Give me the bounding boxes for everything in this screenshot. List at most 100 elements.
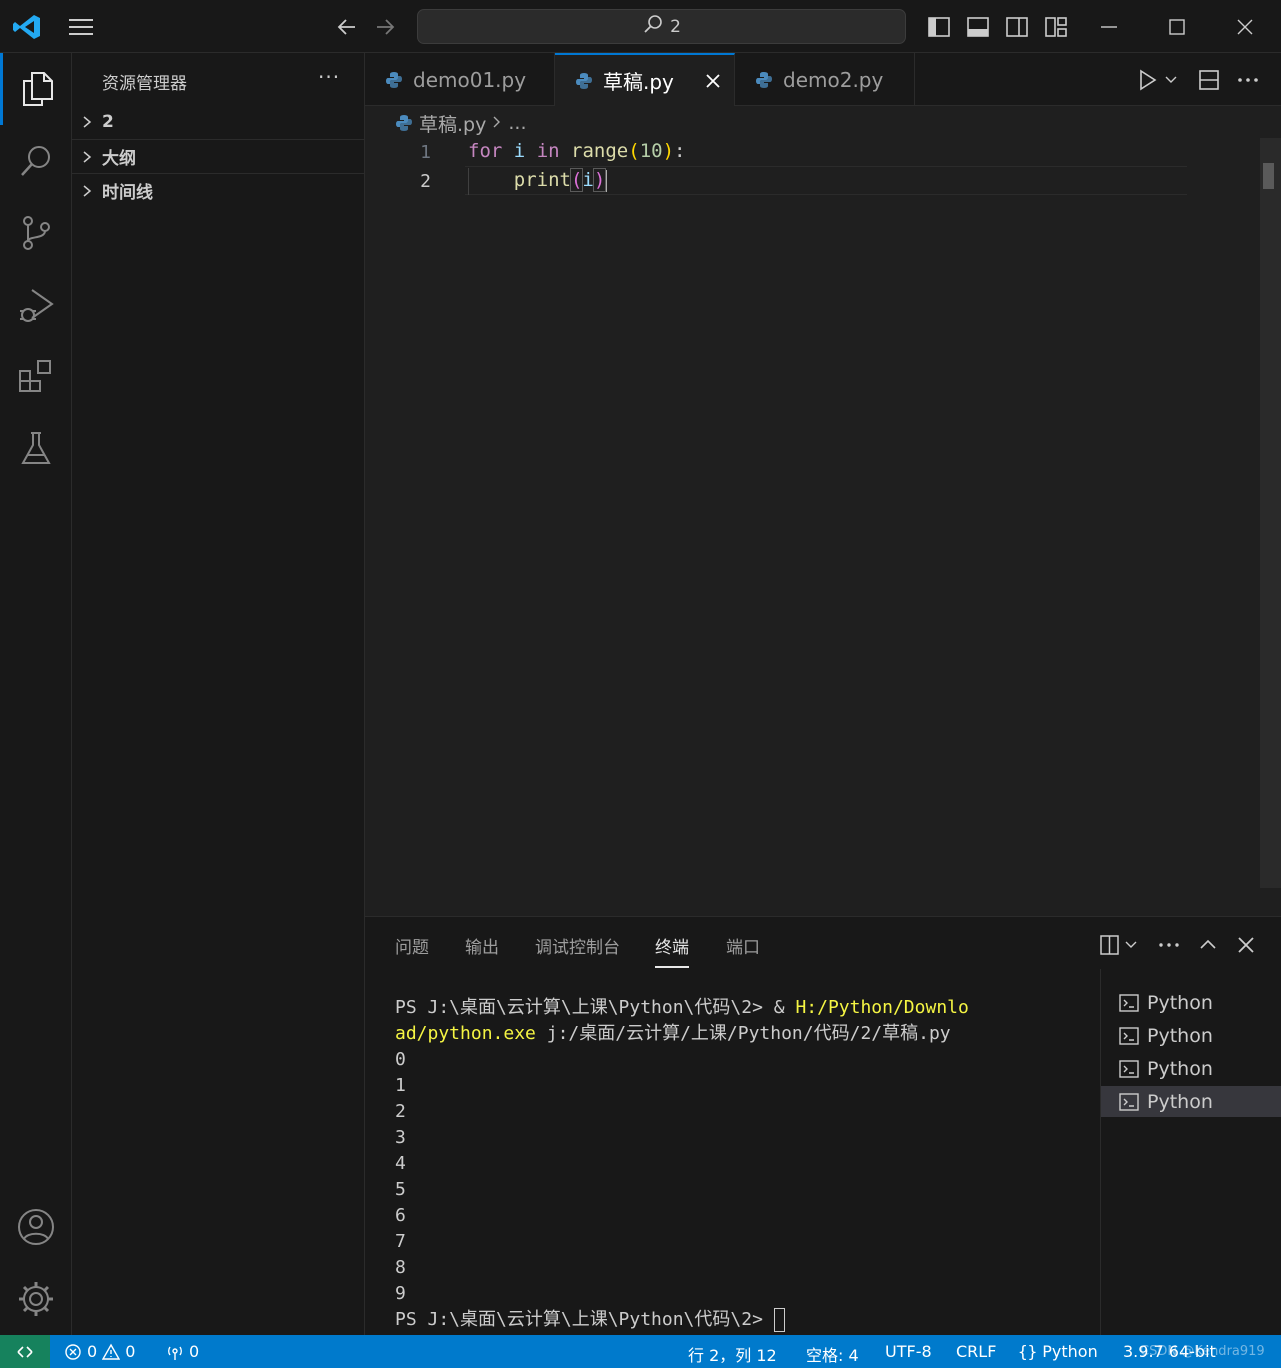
sidebar-section-folder[interactable]: 2 <box>72 105 365 139</box>
tab-output[interactable]: 输出 <box>465 933 499 966</box>
forward-arrow-icon[interactable] <box>372 14 398 40</box>
chevron-right-icon <box>72 150 102 164</box>
tab-draft[interactable]: 草稿.py <box>555 53 735 106</box>
indentation-status[interactable]: 空格: 4 <box>806 1342 859 1366</box>
split-editor-icon[interactable] <box>1196 67 1222 93</box>
encoding-status[interactable]: UTF-8 <box>885 1342 932 1361</box>
bracket: ) <box>592 168 607 192</box>
close-tab-icon[interactable] <box>702 70 724 92</box>
remote-indicator[interactable] <box>0 1335 50 1368</box>
editor-more-icon[interactable] <box>1235 67 1261 93</box>
terminal-line: PS J:\桌面\云计算\上课\Python\代码\2> & H:/Python… <box>395 995 1075 1021</box>
back-arrow-icon[interactable] <box>334 14 360 40</box>
variable: i <box>513 140 526 162</box>
code-editor[interactable]: 1 2 for i in range(10): print(i) <box>365 138 1281 916</box>
terminal-name: Python <box>1147 1090 1213 1113</box>
terminal-instance[interactable]: Python <box>1101 987 1281 1018</box>
sidebar-section-outline[interactable]: 大纲 <box>72 139 365 173</box>
run-debug-icon[interactable] <box>0 269 72 341</box>
search-view-icon[interactable] <box>0 125 72 197</box>
keyword: for <box>468 140 503 162</box>
language-mode[interactable]: {} Python <box>1018 1342 1098 1361</box>
terminal-command: H:/Python/Downlo <box>795 997 969 1018</box>
braces-icon: {} <box>1018 1342 1038 1361</box>
close-window-icon[interactable] <box>1232 14 1258 40</box>
terminal-instance-active[interactable]: Python <box>1101 1086 1281 1117</box>
terminal-line: 9 <box>395 1283 406 1304</box>
toggle-primary-sidebar-icon[interactable] <box>926 14 952 40</box>
problems-status[interactable]: 0 0 <box>64 1342 135 1361</box>
breadcrumb-symbols[interactable]: ... <box>508 112 526 134</box>
vscode-logo-icon <box>12 12 42 42</box>
section-label: 时间线 <box>102 183 153 203</box>
terminal-icon <box>1119 1092 1139 1111</box>
line-number: 1 <box>420 142 431 163</box>
toggle-secondary-sidebar-icon[interactable] <box>1004 14 1030 40</box>
activity-bar <box>0 53 72 1335</box>
menu-icon[interactable] <box>66 14 96 40</box>
source-control-icon[interactable] <box>0 197 72 269</box>
language-label: Python <box>1042 1342 1098 1361</box>
scrollbar-thumb[interactable] <box>1263 163 1274 189</box>
broadcast-icon <box>168 1346 182 1360</box>
chevron-right-icon <box>72 184 102 198</box>
run-python-file-button[interactable] <box>1136 67 1182 93</box>
terminal-name: Python <box>1147 1024 1213 1047</box>
sidebar-more-actions[interactable]: ··· <box>318 65 340 89</box>
settings-gear-icon[interactable] <box>0 1263 72 1335</box>
colon: : <box>674 140 686 162</box>
tab-terminal[interactable]: 终端 <box>655 933 689 968</box>
maximize-panel-icon[interactable] <box>1196 933 1220 957</box>
tab-debug-console[interactable]: 调试控制台 <box>535 933 620 966</box>
variable: i <box>582 169 594 191</box>
extensions-icon[interactable] <box>0 341 72 413</box>
terminal-output[interactable]: PS J:\桌面\云计算\上课\Python\代码\2> & H:/Python… <box>395 995 1075 1333</box>
terminal-instance[interactable]: Python <box>1101 1020 1281 1051</box>
split-terminal-icon[interactable] <box>1098 933 1142 957</box>
customize-layout-icon[interactable] <box>1043 14 1069 40</box>
terminal-cursor <box>773 1308 785 1332</box>
minimize-icon[interactable] <box>1096 14 1122 40</box>
tab-ports[interactable]: 端口 <box>726 933 760 966</box>
python-file-icon <box>386 71 402 88</box>
editor-scrollbar[interactable] <box>1260 138 1281 888</box>
code-line-1[interactable]: for i in range(10): <box>468 140 685 162</box>
terminal-line: 5 <box>395 1179 406 1200</box>
code-line-2[interactable]: print(i) <box>468 168 608 192</box>
eol-status[interactable]: CRLF <box>956 1342 996 1361</box>
toggle-panel-icon[interactable] <box>965 14 991 40</box>
terminal-argument: j:/桌面/云计算/上课/Python/代码/2/草稿.py <box>535 1023 951 1044</box>
chevron-right-icon <box>492 112 502 134</box>
tab-demo01[interactable]: demo01.py <box>365 53 555 106</box>
command-center-search[interactable]: 2 <box>417 9 906 44</box>
bottom-panel: 问题 输出 调试控制台 终端 端口 PS J:\桌面\云计算\上课\Python… <box>365 916 1281 1336</box>
bracket: ( <box>628 140 640 162</box>
sidebar-section-timeline[interactable]: 时间线 <box>72 173 365 207</box>
tab-problems[interactable]: 问题 <box>395 933 429 966</box>
accounts-icon[interactable] <box>0 1191 72 1263</box>
terminal-line: 6 <box>395 1205 406 1226</box>
close-panel-icon[interactable] <box>1234 933 1258 957</box>
keyword: in <box>536 140 560 162</box>
testing-icon[interactable] <box>0 413 72 485</box>
error-count: 0 <box>87 1342 98 1361</box>
breadcrumb: 草稿.py ... <box>395 110 526 136</box>
python-file-icon <box>576 72 592 89</box>
warning-count: 0 <box>125 1342 136 1361</box>
breadcrumb-file[interactable]: 草稿.py <box>419 110 486 137</box>
tab-label: demo2.py <box>783 67 884 92</box>
terminal-icon <box>1119 993 1139 1012</box>
terminal-line: 3 <box>395 1127 406 1148</box>
section-label: 2 <box>102 112 114 132</box>
maximize-icon[interactable] <box>1164 14 1190 40</box>
error-icon <box>65 1343 81 1360</box>
tab-demo2[interactable]: demo2.py <box>735 53 915 106</box>
cursor-position[interactable]: 行 2，列 12 <box>688 1342 777 1366</box>
ports-status[interactable]: 0 <box>166 1342 199 1361</box>
terminal-line: 7 <box>395 1231 406 1252</box>
terminal-instance[interactable]: Python <box>1101 1053 1281 1084</box>
panel-more-icon[interactable] <box>1157 933 1181 957</box>
warning-icon <box>102 1343 121 1360</box>
explorer-icon[interactable] <box>0 53 72 125</box>
